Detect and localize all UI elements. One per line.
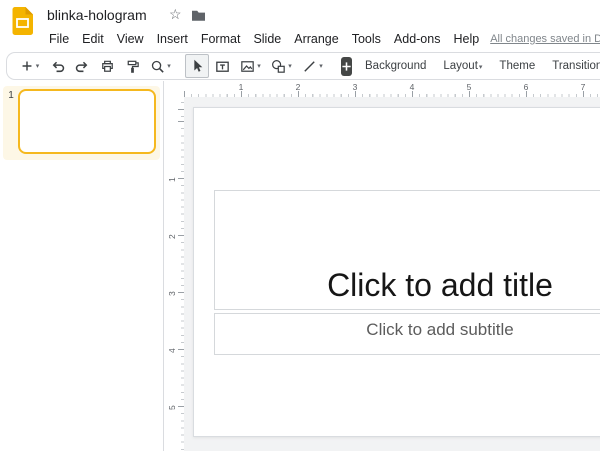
menu-item-file[interactable]: File xyxy=(47,31,71,47)
toolbar: ▾ ▾ xyxy=(6,52,600,80)
hruler-label: 6 xyxy=(524,82,529,92)
slide-page[interactable]: Click to add title Click to add subtitle xyxy=(193,107,600,437)
slide-filmstrip: 1 xyxy=(0,81,164,451)
insert-comment-button[interactable] xyxy=(341,57,352,76)
slide-thumbnail-cell[interactable]: 1 xyxy=(3,86,160,160)
menu-bar: File Edit View Insert Format Slide Arran… xyxy=(47,31,592,47)
menu-item-format[interactable]: Format xyxy=(199,31,243,47)
new-slide-button[interactable]: ▾ xyxy=(14,54,44,78)
google-slides-app: blinka-hologram ☆ File Edit View Insert … xyxy=(0,0,600,451)
hruler-label: 4 xyxy=(410,82,415,92)
editor-area: 1 2 3 4 5 6 7 Click to add title Click t… xyxy=(184,81,600,451)
title-placeholder[interactable]: Click to add title xyxy=(214,190,600,310)
star-icon[interactable]: ☆ xyxy=(169,6,182,23)
menu-item-view[interactable]: View xyxy=(115,31,146,47)
menu-item-slide[interactable]: Slide xyxy=(251,31,283,47)
zoom-caret-icon: ▾ xyxy=(167,62,171,70)
layout-caret-icon: ▾ xyxy=(479,64,483,71)
vruler-label: 5 xyxy=(167,400,177,410)
workspace: 1 1 2 3 4 5 1 2 3 4 5 6 7 xyxy=(0,81,600,451)
redo-button[interactable] xyxy=(70,54,94,78)
menu-item-insert[interactable]: Insert xyxy=(155,31,190,47)
slides-logo-icon[interactable] xyxy=(12,7,33,35)
select-tool-button[interactable] xyxy=(185,54,209,78)
hruler-label: 3 xyxy=(353,82,358,92)
vruler-label: 4 xyxy=(167,343,177,353)
zoom-button[interactable]: ▾ xyxy=(145,54,175,78)
menu-item-help[interactable]: Help xyxy=(451,31,481,47)
vruler-label: 2 xyxy=(167,229,177,239)
hruler-label: 2 xyxy=(296,82,301,92)
theme-button[interactable]: Theme xyxy=(491,54,543,78)
new-slide-caret-icon: ▾ xyxy=(36,62,40,70)
move-folder-icon[interactable] xyxy=(191,9,206,27)
save-status-link[interactable]: All changes saved in Drive xyxy=(490,33,600,45)
insert-shape-button[interactable]: ▾ xyxy=(266,54,296,78)
insert-image-button[interactable]: ▾ xyxy=(235,54,265,78)
title-placeholder-text: Click to add title xyxy=(327,267,553,304)
vertical-ruler: 1 2 3 4 5 xyxy=(165,97,184,451)
hruler-label: 7 xyxy=(581,82,586,92)
subtitle-placeholder-text: Click to add subtitle xyxy=(366,320,513,340)
menu-item-arrange[interactable]: Arrange xyxy=(292,31,340,47)
print-button[interactable] xyxy=(95,54,119,78)
menu-item-addons[interactable]: Add-ons xyxy=(392,31,443,47)
text-box-button[interactable] xyxy=(210,54,234,78)
vruler-label: 1 xyxy=(167,172,177,182)
paint-format-button[interactable] xyxy=(120,54,144,78)
undo-button[interactable] xyxy=(45,54,69,78)
vruler-label: 3 xyxy=(167,286,177,296)
hruler-label: 1 xyxy=(239,82,244,92)
slide-canvas: Click to add title Click to add subtitle xyxy=(184,97,600,451)
horizontal-ruler: 1 2 3 4 5 6 7 xyxy=(184,81,600,97)
image-caret-icon: ▾ xyxy=(257,62,261,70)
hruler-label: 5 xyxy=(467,82,472,92)
background-button[interactable]: Background xyxy=(357,54,434,78)
slide-number: 1 xyxy=(4,89,18,154)
insert-line-button[interactable]: ▾ xyxy=(297,54,327,78)
layout-button[interactable]: Layout▾ xyxy=(435,54,490,78)
top-bar: blinka-hologram ☆ File Edit View Insert … xyxy=(0,0,600,52)
transition-button[interactable]: Transition xyxy=(544,54,600,78)
menu-item-tools[interactable]: Tools xyxy=(350,31,383,47)
shape-caret-icon: ▾ xyxy=(288,62,292,70)
subtitle-placeholder[interactable]: Click to add subtitle xyxy=(214,313,600,355)
slide-1-thumbnail[interactable] xyxy=(18,89,156,154)
document-title[interactable]: blinka-hologram xyxy=(47,7,147,23)
line-caret-icon: ▾ xyxy=(319,62,323,70)
menu-item-edit[interactable]: Edit xyxy=(80,31,106,47)
layout-button-label: Layout xyxy=(443,60,478,72)
